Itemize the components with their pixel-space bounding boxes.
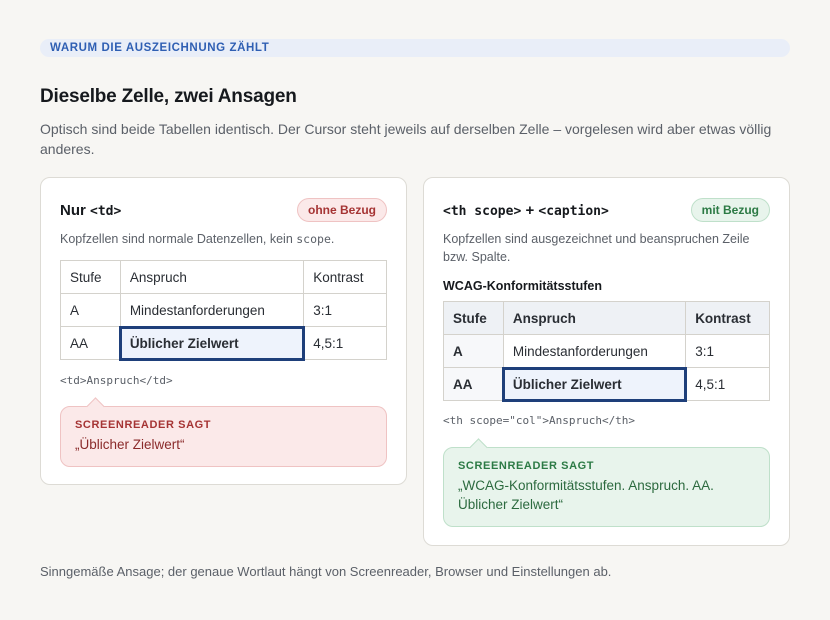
lead-paragraph: Optisch sind beide Tabellen identisch. D…: [40, 121, 772, 157]
table-cell: AA: [60, 326, 121, 360]
table-cell: Stufe: [60, 260, 121, 294]
screenreader-output-bubble: SCREENREADER SAGT „WCAG-Konformitätsstuf…: [443, 447, 770, 527]
table-cell: 3:1: [685, 334, 770, 368]
table-caption: WCAG-Konformitätsstufen: [443, 279, 603, 293]
focused-table-cell[interactable]: Üblicher Zielwert: [119, 325, 305, 361]
status-badge-with-relation: mit Bezug: [690, 198, 770, 222]
card-title-text: Nur: [60, 201, 90, 219]
column-header: Stufe: [443, 301, 504, 335]
data-table-plain: Stufe Anspruch Kontrast A Mindestanforde…: [60, 260, 387, 361]
page-title: Dieselbe Zelle, zwei Ansagen: [40, 86, 297, 107]
table-row: Stufe Anspruch Kontrast: [60, 260, 387, 294]
footnote: Sinngemäße Ansage; der genaue Wortlaut h…: [40, 564, 612, 579]
table-row: AA Üblicher Zielwert 4,5:1: [60, 325, 387, 361]
desc-code: scope: [296, 232, 331, 246]
desc-text: Kopfzellen sind normale Datenzellen, kei…: [60, 232, 297, 246]
card-header: Nur <td> ohne Bezug: [60, 198, 387, 222]
eyebrow-label: WARUM DIE AUSZEICHNUNG ZÄHLT: [40, 39, 790, 57]
focused-table-cell[interactable]: Üblicher Zielwert: [502, 366, 687, 402]
table-cell: Anspruch: [119, 260, 305, 294]
table-row: A Mindestanforderungen 3:1: [60, 293, 387, 327]
status-badge-no-relation: ohne Bezug: [297, 198, 387, 222]
code-snippet: <th scope="col">Anspruch</th>: [443, 414, 636, 427]
card-description: Kopfzellen sind normale Datenzellen, kei…: [60, 230, 387, 248]
table-cell: 4,5:1: [685, 367, 770, 401]
screenreader-output-bubble: SCREENREADER SAGT „Üblicher Zielwert“: [60, 406, 387, 467]
card-without-headers: Nur <td> ohne Bezug Kopfzellen sind norm…: [40, 177, 407, 485]
bubble-text: „Üblicher Zielwert“: [75, 437, 185, 452]
bubble-label: SCREENREADER SAGT: [75, 419, 212, 431]
card-header: <th scope> + <caption> mit Bezug: [443, 198, 770, 222]
table-cell: Kontrast: [303, 260, 387, 294]
card-title-code: <caption>: [538, 203, 609, 219]
card-with-headers: <th scope> + <caption> mit Bezug Kopfzel…: [423, 177, 790, 546]
table-cell: Mindestanforderungen: [119, 293, 305, 327]
bubble-text: „WCAG-Konformitätsstufen. Anspruch. AA. …: [458, 478, 714, 512]
data-table-with-headers: Stufe Anspruch Kontrast A Mindestanforde…: [443, 301, 770, 402]
bubble-label: SCREENREADER SAGT: [458, 460, 595, 472]
code-snippet: <td>Anspruch</td>: [60, 374, 173, 387]
row-header: AA: [443, 367, 504, 401]
table-row: A Mindestanforderungen 3:1: [443, 334, 770, 368]
column-header: Kontrast: [685, 301, 770, 335]
card-title: <th scope> + <caption>: [443, 202, 609, 219]
table-row: AA Üblicher Zielwert 4,5:1: [443, 366, 770, 402]
card-title: Nur <td>: [60, 202, 121, 219]
card-title-code: <td>: [90, 203, 122, 219]
card-title-plus: +: [521, 201, 539, 219]
table-cell: A: [60, 293, 121, 327]
table-cell: Mindestanforderungen: [502, 334, 687, 368]
card-title-code: <th scope>: [443, 203, 522, 219]
table-row: Stufe Anspruch Kontrast: [443, 301, 770, 335]
desc-suffix: .: [330, 232, 335, 246]
row-header: A: [443, 334, 504, 368]
card-description: Kopfzellen sind ausgezeichnet und beansp…: [443, 232, 750, 264]
table-cell: 3:1: [303, 293, 387, 327]
column-header: Anspruch: [502, 301, 687, 335]
table-cell: 4,5:1: [303, 326, 387, 360]
